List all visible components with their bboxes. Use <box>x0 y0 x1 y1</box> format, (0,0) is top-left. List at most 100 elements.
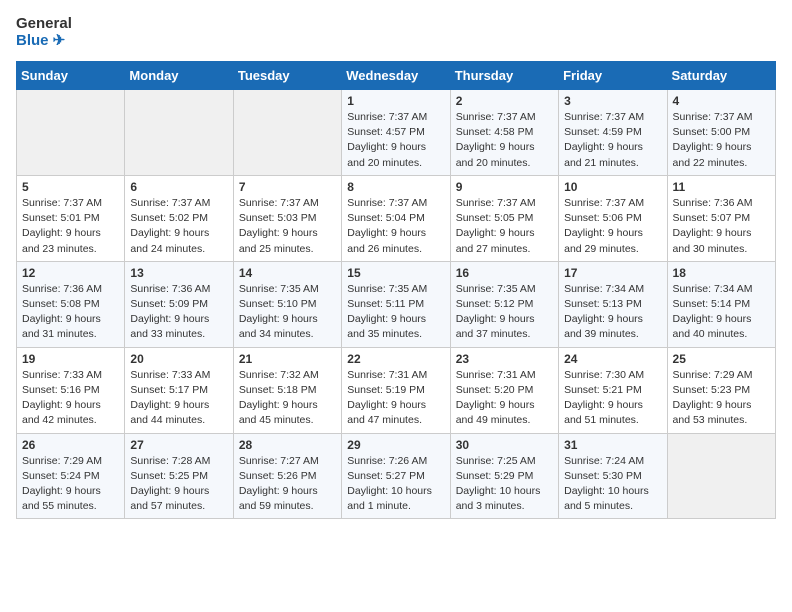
day-info: Sunrise: 7:31 AM Sunset: 5:20 PM Dayligh… <box>456 368 553 429</box>
day-number: 13 <box>130 266 227 280</box>
day-info: Sunrise: 7:26 AM Sunset: 5:27 PM Dayligh… <box>347 454 444 515</box>
day-number: 24 <box>564 352 661 366</box>
calendar-cell: 13 Sunrise: 7:36 AM Sunset: 5:09 PM Dayli… <box>125 261 233 347</box>
calendar-cell: 31Sunrise: 7:24 AM Sunset: 5:30 PM Dayli… <box>559 433 667 519</box>
day-number: 17 <box>564 266 661 280</box>
day-number: 23 <box>456 352 553 366</box>
day-info: Sunrise: 7:27 AM Sunset: 5:26 PM Dayligh… <box>239 454 336 515</box>
calendar-cell: 20Sunrise: 7:33 AM Sunset: 5:17 PM Dayli… <box>125 347 233 433</box>
calendar-cell: 15 Sunrise: 7:35 AM Sunset: 5:11 PM Dayli… <box>342 261 450 347</box>
day-info: Sunrise: 7:24 AM Sunset: 5:30 PM Dayligh… <box>564 454 661 515</box>
header-tuesday: Tuesday <box>233 62 341 90</box>
logo: General Blue ✈ <box>16 16 72 49</box>
calendar-cell: 5Sunrise: 7:37 AM Sunset: 5:01 PM Daylig… <box>17 175 125 261</box>
calendar-week-row: 26 Sunrise: 7:29 AM Sunset: 5:24 PM Dayli… <box>17 433 776 519</box>
day-number: 27 <box>130 438 227 452</box>
calendar-cell <box>17 90 125 176</box>
day-info: Sunrise: 7:29 AM Sunset: 5:24 PM Dayligh… <box>22 454 119 515</box>
calendar-cell <box>125 90 233 176</box>
calendar-cell: 30 Sunrise: 7:25 AM Sunset: 5:29 PM Dayli… <box>450 433 558 519</box>
calendar-cell: 9Sunrise: 7:37 AM Sunset: 5:05 PM Daylig… <box>450 175 558 261</box>
header-thursday: Thursday <box>450 62 558 90</box>
calendar-cell <box>667 433 775 519</box>
day-number: 28 <box>239 438 336 452</box>
calendar-week-row: 12Sunrise: 7:36 AM Sunset: 5:08 PM Dayli… <box>17 261 776 347</box>
day-number: 22 <box>347 352 444 366</box>
calendar-cell: 24 Sunrise: 7:30 AM Sunset: 5:21 PM Dayli… <box>559 347 667 433</box>
day-number: 29 <box>347 438 444 452</box>
logo-general: General <box>16 16 72 33</box>
calendar-week-row: 19 Sunrise: 7:33 AM Sunset: 5:16 PM Dayli… <box>17 347 776 433</box>
day-info: Sunrise: 7:37 AM Sunset: 5:03 PM Dayligh… <box>239 196 336 257</box>
calendar-cell: 23 Sunrise: 7:31 AM Sunset: 5:20 PM Dayli… <box>450 347 558 433</box>
day-number: 2 <box>456 94 553 108</box>
day-number: 7 <box>239 180 336 194</box>
day-number: 19 <box>22 352 119 366</box>
day-info: Sunrise: 7:37 AM Sunset: 4:58 PM Dayligh… <box>456 110 553 171</box>
calendar-cell: 7 Sunrise: 7:37 AM Sunset: 5:03 PM Daylig… <box>233 175 341 261</box>
day-info: Sunrise: 7:35 AM Sunset: 5:10 PM Dayligh… <box>239 282 336 343</box>
calendar-table: SundayMondayTuesdayWednesdayThursdayFrid… <box>16 61 776 519</box>
calendar-cell: 28 Sunrise: 7:27 AM Sunset: 5:26 PM Dayli… <box>233 433 341 519</box>
calendar-cell: 16Sunrise: 7:35 AM Sunset: 5:12 PM Dayli… <box>450 261 558 347</box>
day-number: 10 <box>564 180 661 194</box>
calendar-cell: 29 Sunrise: 7:26 AM Sunset: 5:27 PM Dayli… <box>342 433 450 519</box>
calendar-cell: 19 Sunrise: 7:33 AM Sunset: 5:16 PM Dayli… <box>17 347 125 433</box>
calendar-cell <box>233 90 341 176</box>
day-info: Sunrise: 7:31 AM Sunset: 5:19 PM Dayligh… <box>347 368 444 429</box>
day-number: 3 <box>564 94 661 108</box>
day-number: 25 <box>673 352 770 366</box>
calendar-cell: 18Sunrise: 7:34 AM Sunset: 5:14 PM Dayli… <box>667 261 775 347</box>
calendar-cell: 17 Sunrise: 7:34 AM Sunset: 5:13 PM Dayli… <box>559 261 667 347</box>
day-info: Sunrise: 7:37 AM Sunset: 5:02 PM Dayligh… <box>130 196 227 257</box>
day-info: Sunrise: 7:25 AM Sunset: 5:29 PM Dayligh… <box>456 454 553 515</box>
day-info: Sunrise: 7:36 AM Sunset: 5:09 PM Dayligh… <box>130 282 227 343</box>
calendar-cell: 12Sunrise: 7:36 AM Sunset: 5:08 PM Dayli… <box>17 261 125 347</box>
header-sunday: Sunday <box>17 62 125 90</box>
calendar-cell: 21Sunrise: 7:32 AM Sunset: 5:18 PM Dayli… <box>233 347 341 433</box>
calendar-cell: 10 Sunrise: 7:37 AM Sunset: 5:06 PM Dayli… <box>559 175 667 261</box>
day-info: Sunrise: 7:37 AM Sunset: 5:06 PM Dayligh… <box>564 196 661 257</box>
day-info: Sunrise: 7:35 AM Sunset: 5:12 PM Dayligh… <box>456 282 553 343</box>
calendar-cell: 3 Sunrise: 7:37 AM Sunset: 4:59 PM Daylig… <box>559 90 667 176</box>
header-friday: Friday <box>559 62 667 90</box>
day-number: 11 <box>673 180 770 194</box>
day-info: Sunrise: 7:28 AM Sunset: 5:25 PM Dayligh… <box>130 454 227 515</box>
logo-blue: Blue ✈ <box>16 33 72 50</box>
header-saturday: Saturday <box>667 62 775 90</box>
page-header: General Blue ✈ <box>16 16 776 49</box>
day-info: Sunrise: 7:29 AM Sunset: 5:23 PM Dayligh… <box>673 368 770 429</box>
day-number: 1 <box>347 94 444 108</box>
day-number: 21 <box>239 352 336 366</box>
calendar-cell: 22 Sunrise: 7:31 AM Sunset: 5:19 PM Dayli… <box>342 347 450 433</box>
calendar-cell: 2 Sunrise: 7:37 AM Sunset: 4:58 PM Daylig… <box>450 90 558 176</box>
day-number: 6 <box>130 180 227 194</box>
day-info: Sunrise: 7:34 AM Sunset: 5:14 PM Dayligh… <box>673 282 770 343</box>
day-info: Sunrise: 7:37 AM Sunset: 4:59 PM Dayligh… <box>564 110 661 171</box>
calendar-cell: 4 Sunrise: 7:37 AM Sunset: 5:00 PM Daylig… <box>667 90 775 176</box>
calendar-cell: 25 Sunrise: 7:29 AM Sunset: 5:23 PM Dayli… <box>667 347 775 433</box>
day-number: 30 <box>456 438 553 452</box>
day-number: 20 <box>130 352 227 366</box>
calendar-cell: 26 Sunrise: 7:29 AM Sunset: 5:24 PM Dayli… <box>17 433 125 519</box>
day-info: Sunrise: 7:34 AM Sunset: 5:13 PM Dayligh… <box>564 282 661 343</box>
calendar-cell: 11 Sunrise: 7:36 AM Sunset: 5:07 PM Dayli… <box>667 175 775 261</box>
day-info: Sunrise: 7:35 AM Sunset: 5:11 PM Dayligh… <box>347 282 444 343</box>
calendar-cell: 6 Sunrise: 7:37 AM Sunset: 5:02 PM Daylig… <box>125 175 233 261</box>
day-info: Sunrise: 7:37 AM Sunset: 5:00 PM Dayligh… <box>673 110 770 171</box>
day-info: Sunrise: 7:30 AM Sunset: 5:21 PM Dayligh… <box>564 368 661 429</box>
day-number: 14 <box>239 266 336 280</box>
calendar-week-row: 1 Sunrise: 7:37 AM Sunset: 4:57 PM Daylig… <box>17 90 776 176</box>
day-number: 15 <box>347 266 444 280</box>
day-info: Sunrise: 7:37 AM Sunset: 5:04 PM Dayligh… <box>347 196 444 257</box>
day-info: Sunrise: 7:37 AM Sunset: 4:57 PM Dayligh… <box>347 110 444 171</box>
header-monday: Monday <box>125 62 233 90</box>
day-info: Sunrise: 7:33 AM Sunset: 5:16 PM Dayligh… <box>22 368 119 429</box>
day-number: 26 <box>22 438 119 452</box>
day-number: 8 <box>347 180 444 194</box>
day-info: Sunrise: 7:36 AM Sunset: 5:07 PM Dayligh… <box>673 196 770 257</box>
day-info: Sunrise: 7:36 AM Sunset: 5:08 PM Dayligh… <box>22 282 119 343</box>
calendar-header-row: SundayMondayTuesdayWednesdayThursdayFrid… <box>17 62 776 90</box>
calendar-cell: 8 Sunrise: 7:37 AM Sunset: 5:04 PM Daylig… <box>342 175 450 261</box>
day-number: 4 <box>673 94 770 108</box>
